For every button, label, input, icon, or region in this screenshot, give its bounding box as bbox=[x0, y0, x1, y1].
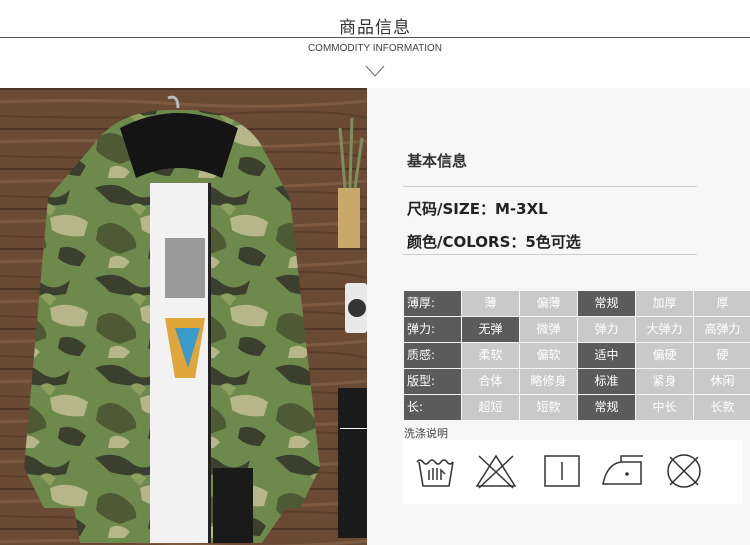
divider-bottom bbox=[403, 254, 697, 255]
care-instructions bbox=[403, 440, 743, 504]
attribute-option: 略修身 bbox=[520, 369, 577, 394]
attribute-option: 高弹力 bbox=[694, 317, 750, 342]
commodity-header: 商品信息 COMMODITY INFORMATION bbox=[0, 0, 750, 88]
page-title: 商品信息 bbox=[339, 18, 411, 38]
color-spec: 颜色/COLORS：5色可选 bbox=[407, 233, 581, 251]
attribute-row: 薄厚: 薄偏薄 常规 加厚厚 bbox=[404, 291, 750, 316]
attribute-option-selected: 标准 bbox=[578, 369, 635, 394]
attribute-option: 微弹 bbox=[520, 317, 577, 342]
attribute-option: 休闲 bbox=[694, 369, 750, 394]
attribute-option-selected: 适中 bbox=[578, 343, 635, 368]
attribute-option: 偏软 bbox=[520, 343, 577, 368]
attribute-option: 紧身 bbox=[636, 369, 693, 394]
attribute-option: 合体 bbox=[462, 369, 519, 394]
attribute-option: 厚 bbox=[694, 291, 750, 316]
hand-wash-icon bbox=[416, 459, 454, 487]
do-not-dry-clean-icon bbox=[667, 454, 701, 488]
divider-top bbox=[403, 186, 697, 187]
attribute-option-selected: 常规 bbox=[578, 291, 635, 316]
attribute-label: 长: bbox=[404, 395, 461, 420]
attribute-table: 薄厚: 薄偏薄 常规 加厚厚弹力: 无弹 微弹 弹力 大弹力 高弹力 质感: 柔软 偏软 适中 偏硬硬版型… bbox=[404, 291, 750, 421]
attribute-option: 超短 bbox=[462, 395, 519, 420]
page-subtitle: COMMODITY INFORMATION bbox=[307, 43, 443, 54]
line-dry-icon bbox=[544, 455, 580, 487]
attribute-option: 长款 bbox=[694, 395, 750, 420]
attribute-option: 偏薄 bbox=[520, 291, 577, 316]
chevron-down-icon bbox=[365, 65, 385, 77]
attribute-label: 质感: bbox=[404, 343, 461, 368]
care-title: 洗涤说明 bbox=[404, 427, 448, 440]
attribute-row: 质感: 柔软 偏软 适中 偏硬硬 bbox=[404, 343, 750, 368]
attribute-option: 偏硬 bbox=[636, 343, 693, 368]
info-panel: 基本信息 尺码/SIZE：M-3XL 颜色/COLORS：5色可选 薄厚: 薄偏薄… bbox=[367, 88, 750, 545]
basic-info-title: 基本信息 bbox=[407, 152, 468, 170]
attribute-option: 弹力 bbox=[578, 317, 635, 342]
attribute-label: 弹力: bbox=[404, 317, 461, 342]
attribute-row: 长: 超短 短款 常规 中长 长款 bbox=[404, 395, 750, 420]
attribute-row: 弹力: 无弹 微弹 弹力 大弹力 高弹力 bbox=[404, 317, 750, 342]
product-photo bbox=[0, 88, 367, 545]
attribute-label: 版型: bbox=[404, 369, 461, 394]
attribute-option: 柔软 bbox=[462, 343, 519, 368]
attribute-option: 大弹力 bbox=[636, 317, 693, 342]
attribute-option: 加厚 bbox=[636, 291, 693, 316]
attribute-option: 硬 bbox=[694, 343, 750, 368]
attribute-option-selected: 无弹 bbox=[462, 317, 519, 342]
attribute-label: 薄厚: bbox=[404, 291, 461, 316]
iron-low-icon bbox=[602, 455, 643, 485]
attribute-row: 版型: 合体 略修身 标准 紧身 休闲 bbox=[404, 369, 750, 394]
attribute-option: 中长 bbox=[636, 395, 693, 420]
attribute-option-selected: 常规 bbox=[578, 395, 635, 420]
size-spec: 尺码/SIZE：M-3XL bbox=[407, 200, 548, 218]
header-divider bbox=[0, 37, 750, 38]
attribute-option: 短款 bbox=[520, 395, 577, 420]
attribute-option: 薄 bbox=[462, 291, 519, 316]
do-not-bleach-icon bbox=[475, 454, 517, 489]
camo-jacket-photo bbox=[0, 88, 367, 545]
